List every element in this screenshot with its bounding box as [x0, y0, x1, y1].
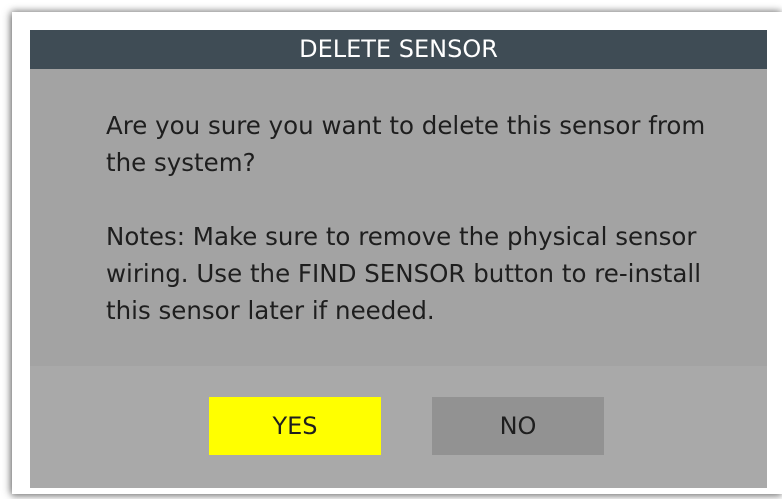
confirmation-question: Are you sure you want to delete this sen… [106, 111, 706, 177]
notes-text: Notes: Make sure to remove the physical … [106, 222, 701, 325]
delete-sensor-dialog: DELETE SENSOR Are you sure you want to d… [30, 30, 767, 488]
dialog-body: Are you sure you want to delete this sen… [30, 69, 767, 366]
dialog-title-bar: DELETE SENSOR [30, 30, 767, 69]
dialog-title: DELETE SENSOR [299, 35, 498, 63]
no-button[interactable]: NO [432, 397, 604, 455]
dialog-footer: YES NO [30, 366, 767, 488]
dialog-message: Are you sure you want to delete this sen… [106, 107, 726, 329]
yes-button[interactable]: YES [209, 397, 381, 455]
